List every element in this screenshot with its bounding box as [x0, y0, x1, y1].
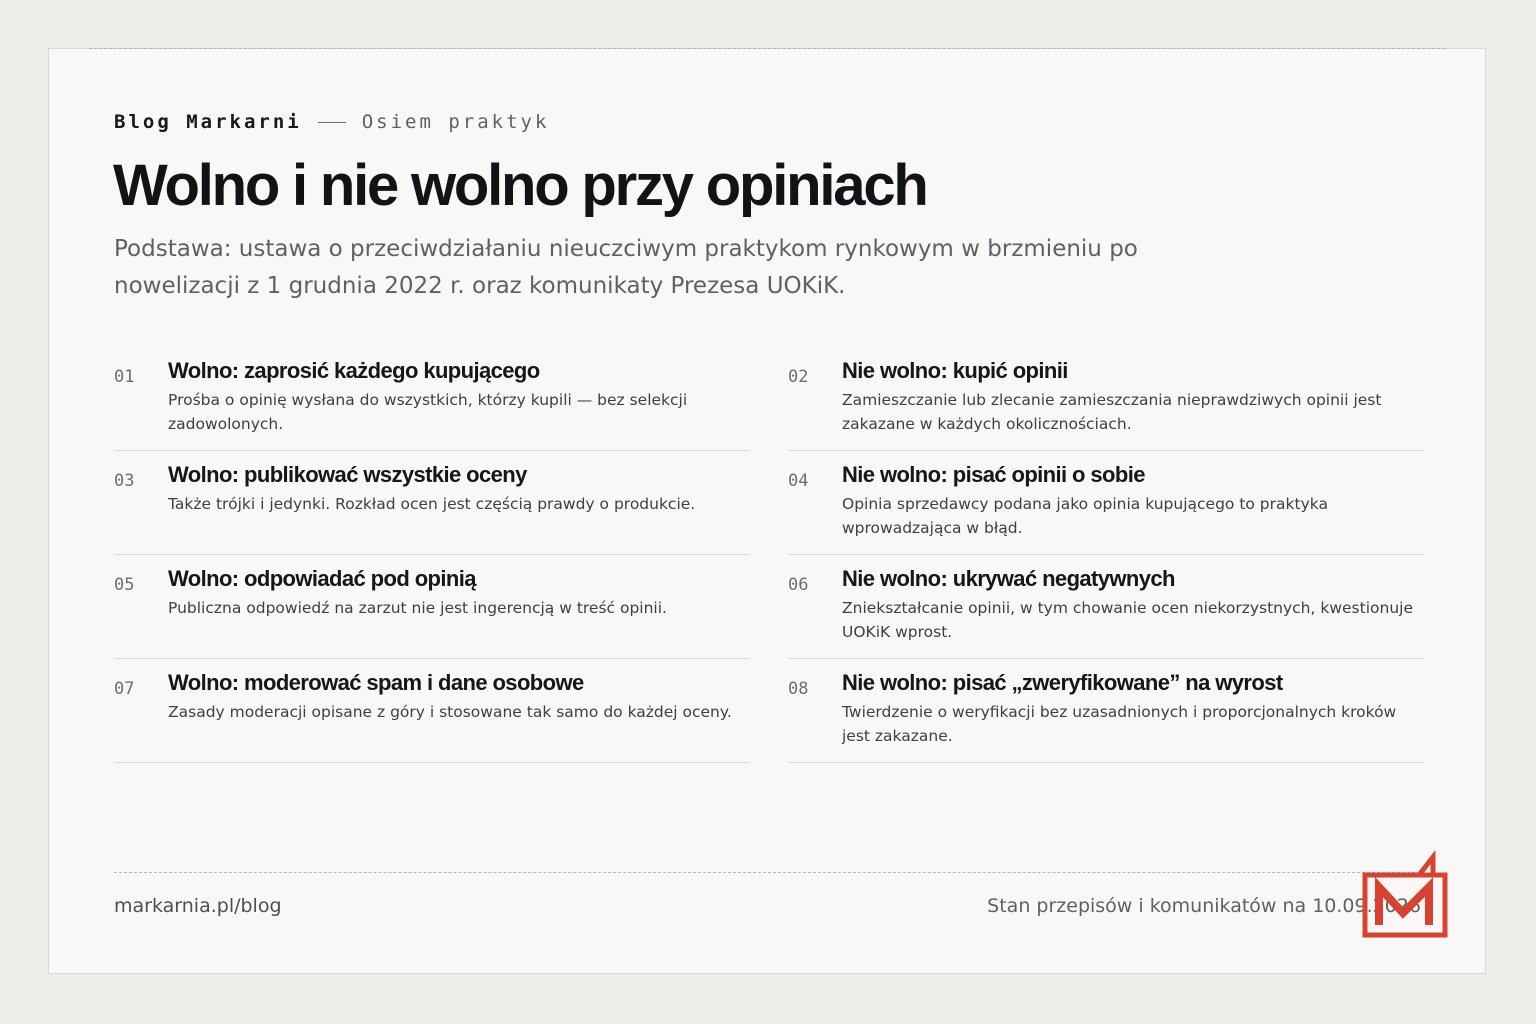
practice-item: 02 Nie wolno: kupić opinii Zamieszczanie… — [788, 347, 1424, 451]
practice-item: 04 Nie wolno: pisać opinii o sobie Opini… — [788, 451, 1424, 555]
item-description: Zasady moderacji opisane z góry i stosow… — [168, 703, 732, 721]
item-description: Także trójki i jedynki. Rozkład ocen jes… — [168, 495, 696, 513]
item-title: Wolno: odpowiadać pod opinią — [168, 566, 476, 591]
practice-item: 01 Wolno: zaprosić każdego kupującego Pr… — [114, 347, 750, 451]
kicker: Blog Markarni Osiem praktyk — [114, 111, 549, 133]
status-date: Stan przepisów i komunikatów na 10.09.20… — [987, 895, 1421, 917]
item-description: Twierdzenie o weryfikacji bez uzasadnion… — [842, 703, 1397, 745]
item-description: Prośba o opinię wysłana do wszystkich, k… — [168, 391, 688, 433]
item-description: Opinia sprzedawcy podana jako opinia kup… — [842, 495, 1328, 537]
item-description: Zniekształcanie opinii, w tym chowanie o… — [842, 599, 1413, 641]
series-name: Osiem praktyk — [361, 111, 550, 133]
item-number: 04 — [788, 471, 809, 491]
blog-url-link[interactable]: markarnia.pl/blog — [114, 895, 282, 917]
article-card: Blog Markarni Osiem praktyk Wolno i nie … — [48, 48, 1486, 974]
item-number: 03 — [114, 471, 135, 491]
bottom-divider — [114, 872, 1420, 873]
page-title: Wolno i nie wolno przy opiniach — [113, 153, 929, 218]
item-title: Wolno: moderować spam i dane osobowe — [168, 670, 584, 695]
practices-grid: 01 Wolno: zaprosić każdego kupującego Pr… — [114, 347, 1424, 763]
practice-item: 06 Nie wolno: ukrywać negatywnych Znieks… — [788, 555, 1424, 659]
blog-name: Blog Markarni — [114, 111, 302, 133]
top-divider — [89, 48, 1445, 49]
item-title: Nie wolno: pisać opinii o sobie — [842, 462, 1145, 487]
item-description: Publiczna odpowiedź na zarzut nie jest i… — [168, 599, 667, 617]
practice-item: 05 Wolno: odpowiadać pod opinią Publiczn… — [114, 555, 750, 659]
item-title: Nie wolno: pisać „zweryfikowane” na wyro… — [842, 670, 1283, 695]
practice-item: 08 Nie wolno: pisać „zweryfikowane” na w… — [788, 659, 1424, 763]
item-number: 05 — [114, 575, 135, 595]
item-description: Zamieszczanie lub zlecanie zamieszczania… — [842, 391, 1382, 433]
item-number: 08 — [788, 679, 809, 699]
practice-item: 03 Wolno: publikować wszystkie oceny Tak… — [114, 451, 750, 555]
item-number: 06 — [788, 575, 809, 595]
item-title: Nie wolno: kupić opinii — [842, 358, 1068, 383]
kicker-dash — [317, 121, 346, 123]
markarnia-m-logo-icon — [1362, 851, 1448, 938]
practice-item: 07 Wolno: moderować spam i dane osobowe … — [114, 659, 750, 763]
item-title: Nie wolno: ukrywać negatywnych — [842, 566, 1175, 591]
item-number: 02 — [788, 367, 809, 387]
item-number: 07 — [114, 679, 135, 699]
item-title: Wolno: publikować wszystkie oceny — [168, 462, 527, 487]
lede: Podstawa: ustawa o przeciwdziałaniu nieu… — [114, 236, 1138, 299]
item-number: 01 — [114, 367, 135, 387]
item-title: Wolno: zaprosić każdego kupującego — [168, 358, 540, 383]
